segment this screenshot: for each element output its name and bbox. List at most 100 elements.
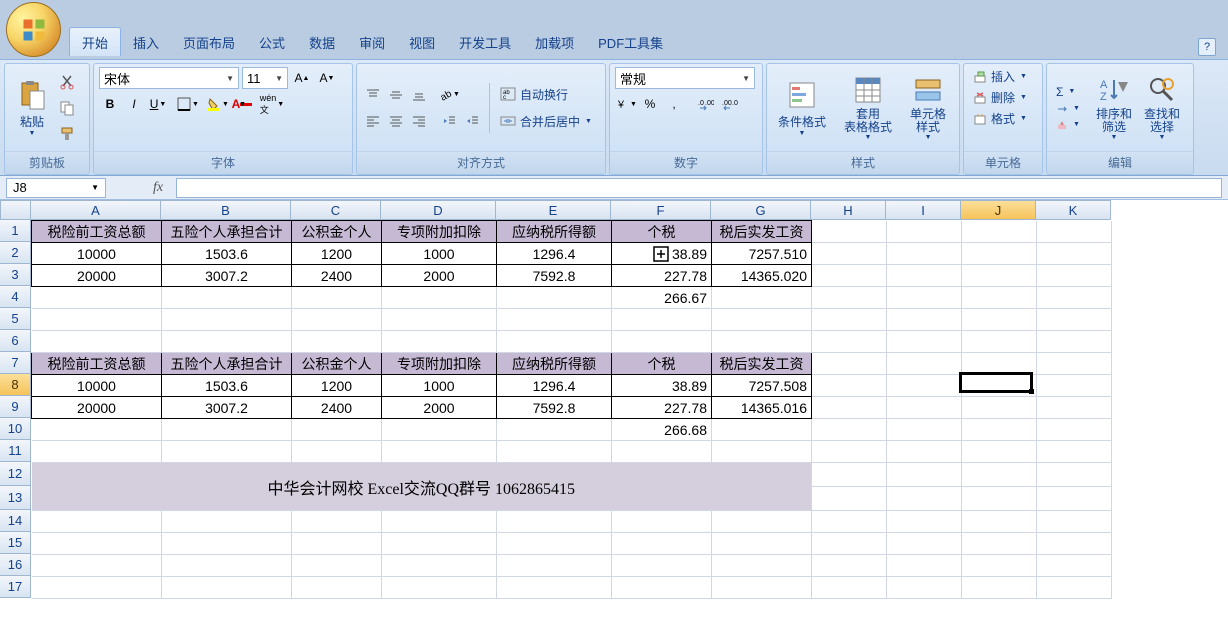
cell[interactable]: 7592.8 [497, 265, 612, 287]
cell[interactable] [812, 221, 887, 243]
fill-button[interactable]: ▼ [1052, 102, 1084, 116]
cell[interactable] [812, 511, 887, 533]
cell[interactable]: 2400 [292, 265, 382, 287]
cell[interactable]: 2000 [382, 265, 497, 287]
cell[interactable]: 7257.508 [712, 375, 812, 397]
grow-font-button[interactable]: A▲ [291, 67, 313, 89]
cell[interactable]: 7592.8 [497, 397, 612, 419]
cell[interactable] [812, 419, 887, 441]
col-header-E[interactable]: E [496, 200, 611, 220]
format-cells-button[interactable]: 格式▼ [969, 109, 1037, 128]
cell[interactable] [887, 375, 962, 397]
cell[interactable] [1037, 441, 1112, 463]
cell[interactable] [887, 265, 962, 287]
align-left-button[interactable] [362, 110, 384, 132]
cell[interactable] [1037, 221, 1112, 243]
row-header-7[interactable]: 7 [0, 352, 31, 374]
cell[interactable] [292, 533, 382, 555]
cell[interactable] [32, 555, 162, 577]
cell[interactable] [612, 511, 712, 533]
cell[interactable]: 14365.016 [712, 397, 812, 419]
cell[interactable] [812, 309, 887, 331]
orientation-button[interactable]: ab▼ [438, 84, 460, 106]
cell[interactable] [612, 555, 712, 577]
cell[interactable]: 1000 [382, 243, 497, 265]
cell[interactable] [497, 577, 612, 599]
cell[interactable]: 公积金个人 [292, 221, 382, 243]
cell[interactable] [962, 243, 1037, 265]
cell[interactable] [887, 419, 962, 441]
cell[interactable] [162, 287, 292, 309]
decrease-indent-button[interactable] [438, 110, 460, 132]
font-size-combo[interactable]: 11▼ [242, 67, 288, 89]
cell[interactable] [812, 487, 887, 511]
col-header-I[interactable]: I [886, 200, 961, 220]
cell[interactable] [292, 441, 382, 463]
row-header-14[interactable]: 14 [0, 510, 31, 532]
cell[interactable] [612, 309, 712, 331]
cell[interactable] [887, 487, 962, 511]
row-header-15[interactable]: 15 [0, 532, 31, 554]
cell[interactable]: 1296.4 [497, 243, 612, 265]
cell[interactable] [382, 331, 497, 353]
cell[interactable] [382, 577, 497, 599]
cell[interactable] [1037, 309, 1112, 331]
cell[interactable] [887, 463, 962, 487]
row-header-3[interactable]: 3 [0, 264, 31, 286]
cell[interactable] [1037, 265, 1112, 287]
currency-button[interactable]: ￥▼ [615, 93, 637, 115]
tab-pagelayout[interactable]: 页面布局 [171, 28, 247, 56]
cell[interactable] [497, 309, 612, 331]
cut-button[interactable] [56, 71, 78, 93]
bold-button[interactable]: B [99, 93, 121, 115]
cell[interactable] [887, 555, 962, 577]
cell[interactable]: 税后实发工资 [712, 353, 812, 375]
col-header-D[interactable]: D [381, 200, 496, 220]
cell[interactable]: 1503.6 [162, 375, 292, 397]
cell[interactable]: 14365.020 [712, 265, 812, 287]
cell[interactable] [1037, 419, 1112, 441]
cell[interactable] [1037, 511, 1112, 533]
select-all-corner[interactable] [0, 200, 31, 220]
cell[interactable] [962, 511, 1037, 533]
italic-button[interactable]: I [123, 93, 145, 115]
cell[interactable] [887, 331, 962, 353]
cell[interactable] [962, 221, 1037, 243]
percent-button[interactable]: % [639, 93, 661, 115]
cell[interactable] [292, 577, 382, 599]
cell[interactable] [1037, 555, 1112, 577]
cell[interactable]: 五险个人承担合计 [162, 353, 292, 375]
cell[interactable] [887, 533, 962, 555]
increase-decimal-button[interactable]: .0.00 [695, 93, 717, 115]
cell[interactable] [612, 441, 712, 463]
cell[interactable] [962, 309, 1037, 331]
cell[interactable] [382, 419, 497, 441]
row-header-8[interactable]: 8 [0, 374, 31, 396]
cell[interactable] [1037, 243, 1112, 265]
cell[interactable] [382, 511, 497, 533]
cell[interactable] [962, 287, 1037, 309]
tab-review[interactable]: 审阅 [347, 28, 397, 56]
cell[interactable] [497, 533, 612, 555]
cell[interactable]: 专项附加扣除 [382, 221, 497, 243]
cell[interactable]: 227.78 [612, 265, 712, 287]
cell[interactable] [497, 419, 612, 441]
cell[interactable] [812, 397, 887, 419]
cell[interactable] [812, 243, 887, 265]
cell[interactable] [962, 577, 1037, 599]
cell[interactable] [1037, 533, 1112, 555]
cell[interactable]: 1200 [292, 243, 382, 265]
cell[interactable] [887, 353, 962, 375]
cell[interactable]: 税险前工资总额 [32, 221, 162, 243]
cell[interactable] [32, 533, 162, 555]
cell[interactable] [962, 441, 1037, 463]
cell[interactable] [1037, 331, 1112, 353]
office-button[interactable] [6, 2, 61, 57]
cell[interactable] [32, 287, 162, 309]
col-header-A[interactable]: A [31, 200, 161, 220]
copy-button[interactable] [56, 97, 78, 119]
cell[interactable] [887, 287, 962, 309]
row-header-16[interactable]: 16 [0, 554, 31, 576]
tab-pdf[interactable]: PDF工具集 [586, 28, 675, 56]
cell[interactable] [887, 511, 962, 533]
